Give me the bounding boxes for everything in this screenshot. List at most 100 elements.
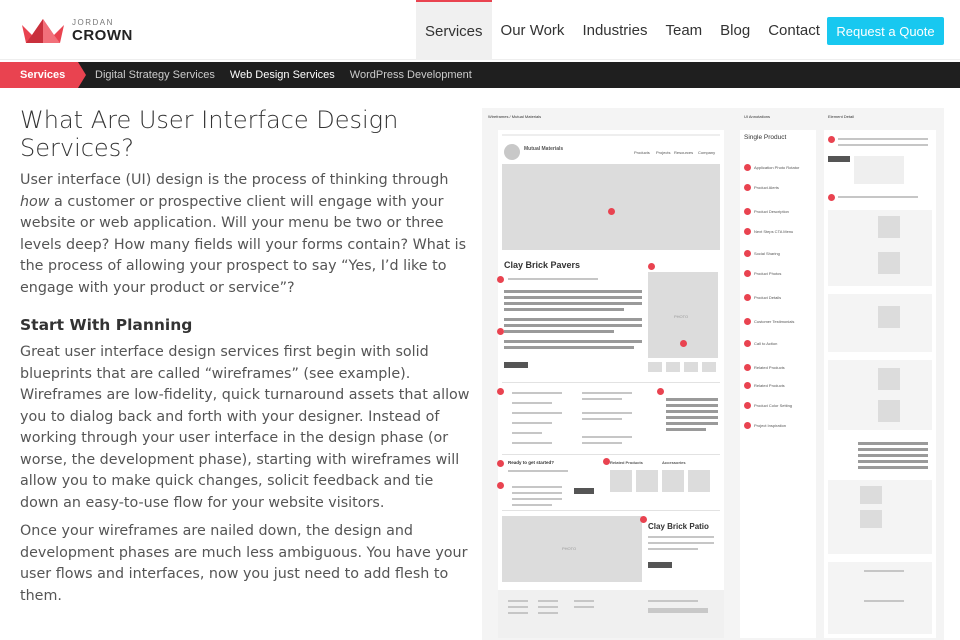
wf-divider	[502, 382, 720, 383]
wf-desc-line	[504, 330, 614, 333]
nav-blog[interactable]: Blog	[711, 0, 759, 60]
detail-text-line	[858, 466, 928, 469]
annot-item-2: Product Alerts	[754, 185, 779, 190]
annot-dot-12	[744, 402, 751, 409]
wf-alert-line	[508, 278, 598, 280]
detail-thumb	[878, 216, 900, 238]
wf-testimonial-line	[666, 422, 718, 425]
nav-industries[interactable]: Industries	[573, 0, 656, 60]
intro-text-end: a customer or prospective client will en…	[20, 193, 467, 296]
wf-annotation-dot	[640, 516, 647, 523]
annot-item-1: Application Photo Rotator	[754, 165, 800, 170]
annot-item-7: Product Details	[754, 295, 782, 300]
detail-line	[838, 138, 928, 140]
annot-dot-6	[744, 270, 751, 277]
wf-related-thumb	[610, 470, 632, 492]
annot-dot-4	[744, 228, 751, 235]
wf-annotation-dot	[497, 276, 504, 283]
subnav-arrow	[78, 62, 86, 88]
wf-menu-2: Projects	[656, 150, 671, 155]
wf-testimonial-line	[666, 410, 718, 413]
intro-emphasis: how	[20, 193, 50, 210]
wf-related-thumb	[636, 470, 658, 492]
subnav-wordpress[interactable]: WordPress Development	[350, 69, 472, 81]
subnav-digital-strategy[interactable]: Digital Strategy Services	[95, 69, 215, 81]
wf-ready-line	[508, 470, 568, 472]
wf-testimonial-line	[666, 416, 718, 419]
wf-signup-field	[648, 608, 708, 613]
annot-item-12: Product Color Setting	[754, 403, 793, 408]
site-header: JORDAN CROWN Services Our Work Industrie…	[0, 0, 960, 60]
wf-ready-heading: Ready to get started?	[508, 460, 555, 465]
wf-footer-line	[508, 606, 528, 608]
wf-related-products: Related Products	[610, 460, 643, 465]
detail-thumb	[878, 306, 900, 328]
planning-heading: Start With Planning	[20, 316, 193, 334]
detail-thumb	[878, 252, 900, 274]
page-title: What Are User Interface Design Services?	[20, 106, 399, 162]
wf-annotation-dot	[497, 328, 504, 335]
crown-icon	[22, 19, 64, 43]
wf-desc-line	[504, 318, 642, 321]
wf-desc-line	[504, 296, 642, 299]
logo-small-text: JORDAN	[72, 18, 114, 27]
wf-footer-line	[508, 612, 528, 614]
nav-contact[interactable]: Contact	[759, 0, 829, 60]
annot-dot-10	[744, 364, 751, 371]
wf-tab-line	[512, 432, 542, 434]
wf-footer	[498, 590, 724, 638]
nav-team[interactable]: Team	[656, 0, 711, 60]
wf-desc-line	[504, 340, 642, 343]
wf-footer-line	[648, 600, 698, 602]
brand-logo[interactable]: JORDAN CROWN	[20, 16, 133, 46]
wf-tab-line	[512, 402, 552, 404]
subnav-services[interactable]: Services	[0, 62, 78, 88]
wf-tab-line	[512, 422, 552, 424]
wf-ready-line	[512, 504, 552, 506]
annot-dot-5	[744, 250, 751, 257]
detail-line	[864, 600, 904, 602]
wireframe-example-image: Wireframes / Mutual Materials UI Annotat…	[482, 108, 944, 640]
subnav-web-design[interactable]: Web Design Services	[230, 69, 335, 81]
annot-item-4: Next Steps CTA Menu	[754, 229, 794, 234]
annot-dot-11	[744, 382, 751, 389]
wf-patio-line	[648, 542, 714, 544]
wf-footer-line	[538, 600, 558, 602]
wf-desc-line	[504, 324, 642, 327]
wf-footer-line	[508, 600, 528, 602]
wf-cta-button	[504, 362, 528, 368]
wf-annotation-dot	[657, 388, 664, 395]
wf-accessory-thumb	[662, 470, 684, 492]
wf-patio-title: Clay Brick Patio	[648, 522, 709, 531]
wf-tab-line	[512, 392, 562, 394]
request-quote-button[interactable]: Request a Quote	[827, 17, 944, 45]
annot-item-9: Call to Action	[754, 341, 778, 346]
detail-dot	[828, 194, 835, 201]
detail-card-5	[828, 562, 932, 634]
annot-dot-8	[744, 318, 751, 325]
annot-dot-13	[744, 422, 751, 429]
wf-project-photo-label: PHOTO	[562, 546, 577, 551]
planning-paragraph: Great user interface design services fir…	[20, 344, 470, 511]
wf-thumb	[702, 362, 716, 372]
single-product-title: Single Product	[744, 134, 787, 141]
detail-dot	[828, 136, 835, 143]
intro-text-start: User interface (UI) design is the proces…	[20, 172, 449, 188]
nav-our-work[interactable]: Our Work	[492, 0, 574, 60]
wf-testimonial-line	[666, 428, 706, 431]
detail-button	[828, 156, 850, 162]
detail-line	[838, 196, 918, 198]
annot-dot-7	[744, 294, 751, 301]
wf-desc-line	[504, 290, 642, 293]
wf-annotation-dot	[680, 340, 687, 347]
annot-item-8: Customer Testimonials	[754, 319, 795, 324]
logo-big-text: CROWN	[72, 27, 133, 44]
wf-ready-line	[512, 486, 562, 488]
wf-accessories: Accessories	[662, 460, 686, 465]
nav-services[interactable]: Services	[416, 0, 492, 60]
wireframe-page: Mutual Materials Products Projects Resou…	[497, 130, 724, 638]
wf-annotation-dot	[648, 263, 655, 270]
annot-item-10: Related Products	[754, 365, 785, 370]
wf-ready-line	[512, 492, 562, 494]
intro-paragraph: User interface (UI) design is the proces…	[20, 170, 470, 299]
